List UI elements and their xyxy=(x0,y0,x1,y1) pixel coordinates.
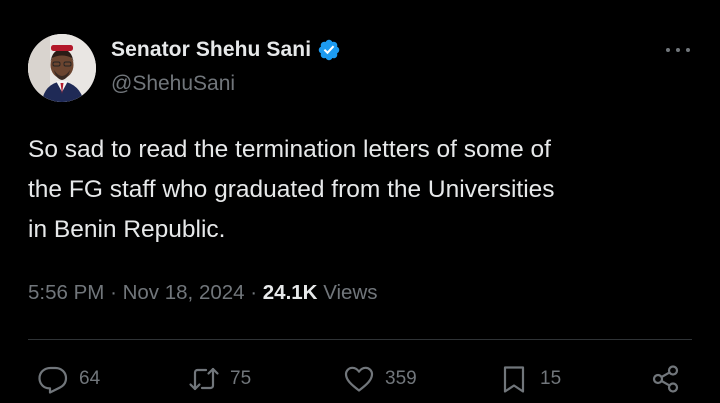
avatar[interactable] xyxy=(28,34,96,102)
verified-badge-icon[interactable] xyxy=(317,38,341,62)
reply-button[interactable]: 64 xyxy=(37,362,100,396)
divider xyxy=(28,339,692,340)
reply-count: 64 xyxy=(79,368,101,389)
meta-separator: · xyxy=(250,281,258,304)
tweet-date[interactable]: Nov 18, 2024 xyxy=(123,281,245,304)
bookmark-icon xyxy=(498,363,530,395)
tweet-card: Senator Shehu Sani @ShehuSani So sad to … xyxy=(0,0,720,403)
tweet-time[interactable]: 5:56 PM xyxy=(28,281,104,304)
more-options-icon[interactable] xyxy=(664,42,692,58)
like-button[interactable]: 359 xyxy=(343,362,417,396)
views-count[interactable]: 24.1K xyxy=(263,281,318,304)
repost-count: 75 xyxy=(230,368,252,389)
meta-separator: · xyxy=(110,281,117,304)
tweet-text-line: the FG staff who graduated from the Univ… xyxy=(28,176,555,203)
heart-icon xyxy=(343,363,375,395)
author-display-name[interactable]: Senator Shehu Sani xyxy=(111,38,311,62)
repost-button[interactable]: 75 xyxy=(188,362,251,396)
tweet-meta: 5:56 PM · Nov 18, 2024 · 24.1K Views xyxy=(28,281,378,305)
author-handle[interactable]: @ShehuSani xyxy=(111,72,235,96)
reply-icon xyxy=(37,363,69,395)
author-name-row: Senator Shehu Sani xyxy=(111,38,341,62)
views-label[interactable]: Views xyxy=(323,281,377,304)
tweet-text-line: in Benin Republic. xyxy=(28,216,226,243)
tweet-text: So sad to read the termination letters o… xyxy=(28,130,698,250)
share-button[interactable] xyxy=(650,362,682,396)
share-icon xyxy=(650,363,682,395)
profile-photo xyxy=(28,34,96,102)
tweet-text-line: So sad to read the termination letters o… xyxy=(28,136,551,163)
like-count: 359 xyxy=(385,368,417,389)
repost-icon xyxy=(188,363,220,395)
bookmark-button[interactable]: 15 xyxy=(498,362,561,396)
bookmark-count: 15 xyxy=(540,368,562,389)
